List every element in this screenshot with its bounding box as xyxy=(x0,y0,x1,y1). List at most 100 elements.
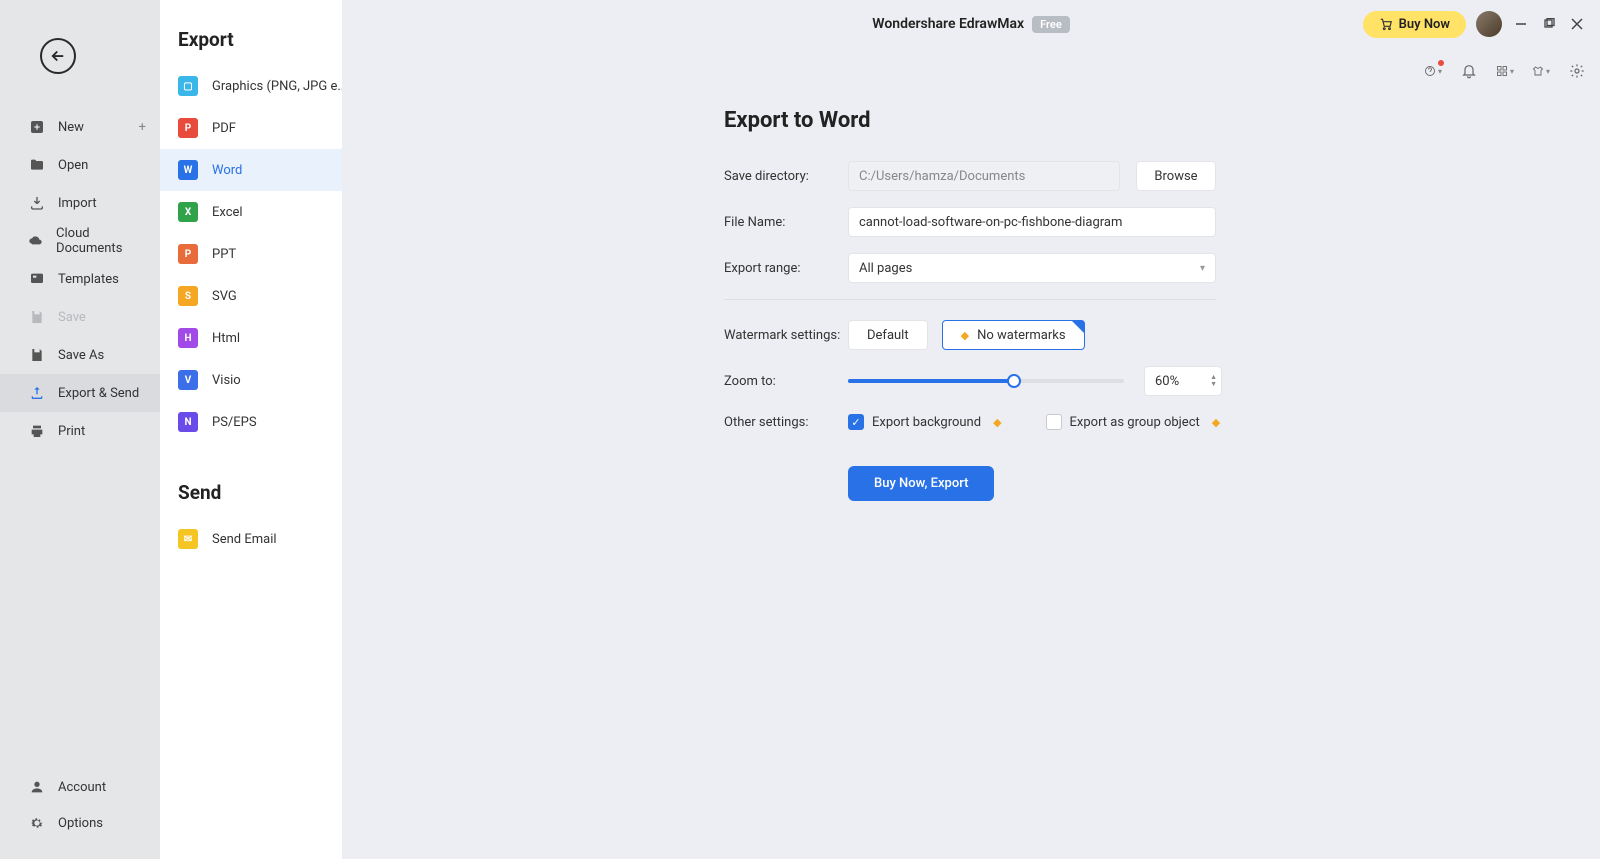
form-heading: Export to Word xyxy=(724,108,1222,133)
close-button[interactable] xyxy=(1568,15,1586,33)
graphics-file-icon: ▢ xyxy=(178,76,198,96)
bell-icon[interactable] xyxy=(1460,62,1478,80)
nav-import[interactable]: Import xyxy=(0,184,160,222)
row-watermark: Watermark settings: Default ◆ No waterma… xyxy=(724,320,1222,350)
export-excel-label: Excel xyxy=(212,205,243,220)
zoom-label: Zoom to: xyxy=(724,374,848,389)
zoom-slider[interactable] xyxy=(848,373,1124,389)
nav-footer: Account Options xyxy=(0,769,160,841)
export-group-checkbox[interactable] xyxy=(1046,414,1062,430)
main-area: Wondershare EdrawMax Free Buy Now ▾ ▾ ▾ … xyxy=(342,0,1600,859)
nav-templates[interactable]: Templates xyxy=(0,260,160,298)
export-svg-label: SVG xyxy=(212,289,237,304)
title-right: Buy Now xyxy=(1363,11,1586,38)
export-bg-label: Export background xyxy=(872,415,981,430)
qr-icon[interactable]: ▾ xyxy=(1496,62,1514,80)
app-title: Wondershare EdrawMax xyxy=(872,16,1024,32)
export-group-checkbox-group: Export as group object ◆ xyxy=(1046,414,1221,430)
arrow-left-icon xyxy=(49,47,67,65)
export-pseps[interactable]: N PS/EPS xyxy=(160,401,342,443)
export-word[interactable]: W Word xyxy=(160,149,342,191)
templates-icon xyxy=(28,270,46,288)
send-email[interactable]: ✉ Send Email xyxy=(160,518,342,560)
account-icon xyxy=(28,778,46,796)
export-panel: Export ▢ Graphics (PNG, JPG e... P PDF W… xyxy=(160,0,342,859)
export-ppt-label: PPT xyxy=(212,247,236,262)
nav-print-label: Print xyxy=(58,424,85,439)
titlebar: Wondershare EdrawMax Free Buy Now xyxy=(342,0,1600,48)
browse-button[interactable]: Browse xyxy=(1136,161,1216,191)
diamond-icon: ◆ xyxy=(1212,416,1220,429)
export-bg-checkbox-group: ✓ Export background ◆ xyxy=(848,414,1002,430)
nav-import-label: Import xyxy=(58,196,97,211)
pdf-file-icon: P xyxy=(178,118,198,138)
free-badge: Free xyxy=(1032,16,1070,33)
export-pdf[interactable]: P PDF xyxy=(160,107,342,149)
export-heading: Export xyxy=(160,28,342,65)
row-zoom: Zoom to: 60% ▲▼ xyxy=(724,366,1222,396)
back-button[interactable] xyxy=(40,38,76,74)
export-html[interactable]: H Html xyxy=(160,317,342,359)
buy-now-button[interactable]: Buy Now xyxy=(1363,11,1466,38)
cloud-icon xyxy=(28,232,44,250)
shirt-icon[interactable]: ▾ xyxy=(1532,62,1550,80)
save-icon xyxy=(28,308,46,326)
nav-save-label: Save xyxy=(58,310,86,325)
help-icon[interactable]: ▾ xyxy=(1424,62,1442,80)
export-word-label: Word xyxy=(212,163,242,178)
nav-options[interactable]: Options xyxy=(0,805,160,841)
wm-default-button[interactable]: Default xyxy=(848,320,928,350)
avatar[interactable] xyxy=(1476,11,1502,37)
svg-file-icon: S xyxy=(178,286,198,306)
word-file-icon: W xyxy=(178,160,198,180)
form-area: Export to Word Save directory: Browse Fi… xyxy=(342,48,1222,501)
zoom-input[interactable]: 60% ▲▼ xyxy=(1144,366,1222,396)
wm-none-button[interactable]: ◆ No watermarks xyxy=(942,320,1085,350)
nav-print[interactable]: Print xyxy=(0,412,160,450)
export-html-label: Html xyxy=(212,331,240,346)
nav-cloud-label: Cloud Documents xyxy=(56,226,148,256)
slider-track xyxy=(848,379,1124,383)
send-heading: Send xyxy=(160,443,342,518)
nav-export-label: Export & Send xyxy=(58,386,139,401)
row-other: Other settings: ✓ Export background ◆ Ex… xyxy=(724,414,1222,430)
nav-export-send[interactable]: Export & Send xyxy=(0,374,160,412)
watermark-group: Default ◆ No watermarks xyxy=(848,320,1085,350)
settings-icon[interactable] xyxy=(1568,62,1586,80)
export-list: ▢ Graphics (PNG, JPG e... P PDF W Word X… xyxy=(160,65,342,443)
html-file-icon: H xyxy=(178,328,198,348)
export-bg-checkbox[interactable]: ✓ xyxy=(848,414,864,430)
export-submit-button[interactable]: Buy Now, Export xyxy=(848,466,994,501)
export-icon xyxy=(28,384,46,402)
export-excel[interactable]: X Excel xyxy=(160,191,342,233)
maximize-button[interactable] xyxy=(1540,15,1558,33)
file-name-input[interactable] xyxy=(848,207,1216,237)
nav-saveas[interactable]: Save As xyxy=(0,336,160,374)
nav-cloud[interactable]: Cloud Documents xyxy=(0,222,160,260)
export-graphics[interactable]: ▢ Graphics (PNG, JPG e... xyxy=(160,65,342,107)
export-visio[interactable]: V Visio xyxy=(160,359,342,401)
spin-buttons[interactable]: ▲▼ xyxy=(1210,374,1217,388)
plus-icon[interactable]: + xyxy=(139,120,146,135)
slider-thumb[interactable] xyxy=(1007,374,1021,388)
nav-new[interactable]: New + xyxy=(0,108,160,146)
save-dir-label: Save directory: xyxy=(724,169,848,184)
nav-new-label: New xyxy=(58,120,84,135)
folder-icon xyxy=(28,156,46,174)
nav-account[interactable]: Account xyxy=(0,769,160,805)
file-name-label: File Name: xyxy=(724,215,848,230)
send-email-label: Send Email xyxy=(212,532,277,547)
export-ppt[interactable]: P PPT xyxy=(160,233,342,275)
minimize-button[interactable] xyxy=(1512,15,1530,33)
export-range-select[interactable]: All pages ▾ xyxy=(848,253,1216,283)
nav-open[interactable]: Open xyxy=(0,146,160,184)
gear-icon xyxy=(28,814,46,832)
nav-saveas-label: Save As xyxy=(58,348,104,363)
row-export-range: Export range: All pages ▾ xyxy=(724,253,1222,283)
notification-dot xyxy=(1438,60,1444,66)
export-graphics-label: Graphics (PNG, JPG e... xyxy=(212,79,342,94)
export-pdf-label: PDF xyxy=(212,121,236,136)
print-icon xyxy=(28,422,46,440)
divider xyxy=(724,299,1216,300)
export-svg[interactable]: S SVG xyxy=(160,275,342,317)
